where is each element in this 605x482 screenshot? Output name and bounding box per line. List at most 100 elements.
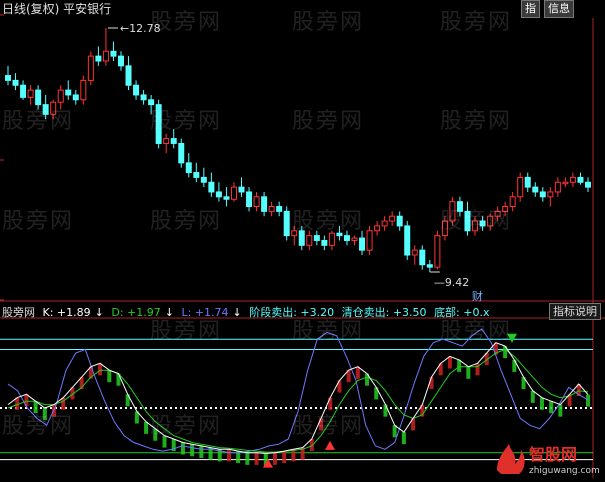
info-button[interactable]: 信息 bbox=[544, 0, 574, 18]
candle-body bbox=[5, 75, 11, 81]
candle-body bbox=[261, 196, 268, 212]
candle-body bbox=[351, 237, 358, 241]
candle-body bbox=[411, 249, 418, 256]
candle-body bbox=[50, 101, 57, 115]
legend-l: L: +1.74 bbox=[181, 306, 229, 319]
candle-body bbox=[366, 230, 373, 251]
candle-body bbox=[577, 176, 584, 183]
candle-body bbox=[283, 210, 290, 237]
candle-body bbox=[155, 104, 162, 144]
indicator-bar bbox=[457, 359, 462, 372]
indicator-bar bbox=[33, 401, 38, 414]
indicator-bar bbox=[328, 397, 333, 410]
indicator-bar bbox=[319, 418, 324, 431]
candle-body bbox=[562, 181, 569, 185]
indicator-bar bbox=[245, 452, 250, 465]
indicator-bar bbox=[153, 428, 158, 441]
indicator-bar bbox=[291, 449, 296, 462]
candle-body bbox=[12, 79, 19, 86]
indicator-help-button[interactable]: 指标说明 bbox=[549, 303, 601, 320]
candle-body bbox=[404, 225, 411, 256]
indicator-bar bbox=[539, 397, 544, 410]
flame-icon bbox=[497, 444, 525, 474]
indicator-bar bbox=[272, 452, 277, 465]
indicator-bar bbox=[447, 356, 452, 369]
candle-body bbox=[494, 210, 501, 217]
indicator-button[interactable]: 指 bbox=[521, 0, 540, 18]
legend-clear-sell: 清仓卖出: +3.50 bbox=[341, 306, 427, 319]
indicator-bar bbox=[42, 408, 47, 421]
candle-body bbox=[343, 235, 350, 241]
indicator-bar bbox=[107, 370, 112, 383]
indicator-name: 股旁网 bbox=[2, 306, 35, 319]
candle-body bbox=[185, 162, 192, 174]
indicator-bar bbox=[355, 366, 360, 379]
candle-body bbox=[374, 225, 381, 232]
candle-body bbox=[148, 99, 155, 106]
candle-body bbox=[223, 196, 230, 200]
candle-body bbox=[215, 191, 222, 198]
candle-body bbox=[502, 206, 509, 212]
brand-url: zhiguwang.com bbox=[529, 466, 600, 476]
brand-cn: 智股网 bbox=[529, 445, 577, 464]
candle-body bbox=[72, 94, 79, 101]
candle-body bbox=[170, 138, 177, 144]
series-l-line bbox=[7, 328, 589, 454]
candle-body bbox=[238, 186, 245, 193]
candle-body bbox=[479, 220, 486, 227]
indicator-bar bbox=[98, 363, 103, 376]
legend-stage-sell: 阶段卖出: +3.20 bbox=[249, 306, 335, 319]
candle-body bbox=[27, 89, 34, 98]
candle-body bbox=[125, 65, 132, 86]
candle-body bbox=[554, 181, 561, 193]
candle-body bbox=[449, 201, 456, 222]
indicator-bar bbox=[190, 444, 195, 457]
low-price-label: —9.42 bbox=[434, 276, 470, 289]
brand-logo: 智股网 zhiguwang.com bbox=[497, 444, 600, 476]
candle-body bbox=[133, 84, 140, 96]
candle-body bbox=[42, 104, 49, 115]
candle-body bbox=[298, 230, 305, 246]
candle-body bbox=[230, 186, 237, 200]
candle-body bbox=[163, 138, 170, 144]
candle-body bbox=[321, 239, 328, 246]
candle-body bbox=[426, 264, 433, 268]
candle-body bbox=[434, 235, 441, 268]
candle-body bbox=[328, 232, 335, 246]
candle-body bbox=[80, 79, 87, 101]
legend-bottom: 底部: +0.x bbox=[434, 306, 490, 319]
candle-body bbox=[35, 89, 42, 106]
indicator-bar bbox=[199, 445, 204, 458]
chart-stage: ←12.78 —9.42 财 bbox=[0, 0, 605, 478]
high-price-label: ←12.78 bbox=[120, 22, 161, 35]
candle-body bbox=[87, 55, 94, 81]
legend-d: D: +1.97 bbox=[111, 306, 161, 319]
candle-body bbox=[253, 196, 260, 208]
candle-body bbox=[95, 55, 102, 62]
candle-body bbox=[389, 215, 396, 222]
indicator-bar bbox=[144, 421, 149, 434]
candle-body bbox=[524, 176, 531, 188]
candle-body bbox=[313, 235, 320, 241]
candle-body bbox=[396, 215, 403, 227]
indicator-bar bbox=[282, 451, 287, 464]
candle-body bbox=[110, 50, 117, 57]
indicator-bar bbox=[226, 449, 231, 462]
indicator-bar bbox=[586, 394, 590, 407]
chart-canvas: ←12.78 —9.42财 bbox=[0, 14, 605, 478]
candle-body bbox=[419, 249, 426, 266]
candle-body bbox=[547, 191, 554, 198]
indicator-bar bbox=[383, 404, 388, 417]
indicator-bar bbox=[429, 377, 434, 390]
legend-k: K: +1.89 bbox=[42, 306, 91, 319]
buy-signal-arrow bbox=[325, 440, 335, 450]
candle-body bbox=[193, 172, 200, 178]
candle-body bbox=[585, 181, 591, 188]
series-k-line bbox=[7, 342, 589, 455]
indicator-bar bbox=[549, 401, 554, 414]
indicator-bar bbox=[392, 425, 397, 438]
indicator-bar bbox=[530, 390, 535, 403]
indicator-bar bbox=[558, 404, 563, 417]
candle-body bbox=[472, 220, 479, 232]
sell-signal-arrow bbox=[507, 333, 517, 343]
